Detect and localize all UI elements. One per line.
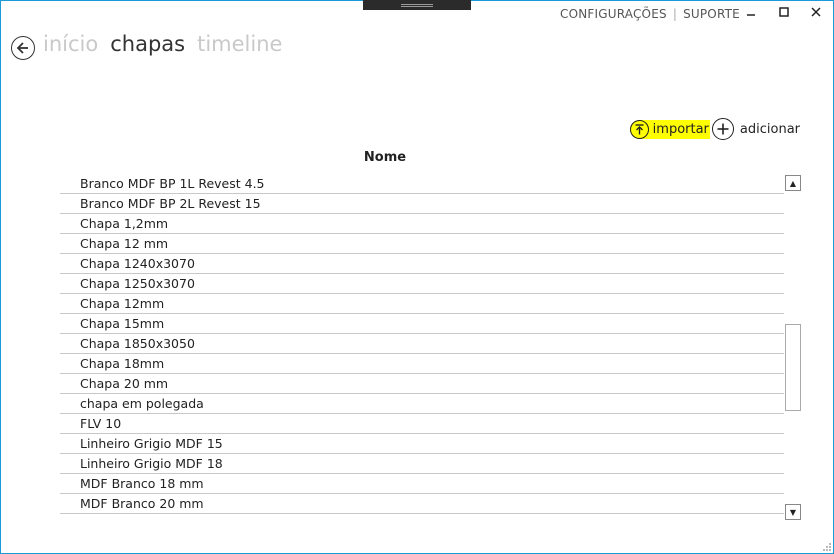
minimize-icon	[747, 14, 755, 16]
list-item[interactable]: MDF Branco 20 mm	[60, 494, 784, 514]
list-item[interactable]: Chapa 18mm	[60, 354, 784, 374]
grip-icon	[401, 4, 433, 5]
list-item[interactable]: Branco MDF BP 2L Revest 15	[60, 194, 784, 214]
tab-chapas[interactable]: chapas	[110, 32, 185, 56]
top-navigation: CONFIGURAÇÕES | SUPORTE	[560, 7, 740, 21]
main-tabs: início chapas timeline	[43, 32, 282, 56]
list-item[interactable]: Linheiro Grigio MDF 15	[60, 434, 784, 454]
resize-grip-icon[interactable]	[821, 541, 831, 551]
back-button[interactable]	[11, 36, 35, 60]
list-item[interactable]: Chapa 1850x3050	[60, 334, 784, 354]
support-link[interactable]: SUPORTE	[683, 7, 740, 21]
list-item[interactable]: MDF Branco 18 mm	[60, 474, 784, 494]
add-button[interactable]: adicionar	[711, 118, 800, 140]
list-item[interactable]: Chapa 20 mm	[60, 374, 784, 394]
maximize-icon	[779, 7, 789, 17]
chapas-list: Branco MDF BP 1L Revest 4.5 Branco MDF B…	[60, 174, 784, 518]
upload-icon	[629, 119, 649, 139]
import-label: importar	[652, 121, 709, 137]
nav-separator: |	[672, 7, 678, 21]
maximize-button[interactable]	[774, 4, 794, 20]
settings-link[interactable]: CONFIGURAÇÕES	[560, 7, 667, 21]
list-item[interactable]: Chapa 1240x3070	[60, 254, 784, 274]
action-bar: importar adicionar	[629, 118, 800, 140]
list-item[interactable]: Branco MDF BP 1L Revest 4.5	[60, 174, 784, 194]
close-icon	[811, 7, 821, 17]
list-item[interactable]: FLV 10	[60, 414, 784, 434]
arrow-left-icon	[16, 42, 28, 54]
minimize-button[interactable]	[741, 4, 761, 20]
scrollbar-thumb[interactable]	[785, 324, 801, 411]
list-item[interactable]: Linheiro Grigio MDF 18	[60, 454, 784, 474]
list-item[interactable]: Chapa 1250x3070	[60, 274, 784, 294]
window-drag-handle[interactable]	[363, 0, 471, 10]
tab-timeline[interactable]: timeline	[197, 32, 282, 56]
import-button[interactable]: importar	[629, 119, 710, 139]
list-item[interactable]: Chapa 12 mm	[60, 234, 784, 254]
list-item[interactable]: Chapa 15mm	[60, 314, 784, 334]
list-item[interactable]: Chapa 12mm	[60, 294, 784, 314]
scroll-up-button[interactable]: ▲	[785, 175, 801, 191]
close-button[interactable]	[806, 4, 826, 20]
column-header-nome[interactable]: Nome	[60, 150, 710, 165]
plus-icon	[711, 118, 734, 140]
tab-inicio[interactable]: início	[43, 32, 98, 56]
list-item[interactable]: Chapa 1,2mm	[60, 214, 784, 234]
scroll-down-button[interactable]: ▼	[785, 504, 801, 520]
list-item[interactable]: chapa em polegada	[60, 394, 784, 414]
add-label: adicionar	[739, 121, 800, 137]
